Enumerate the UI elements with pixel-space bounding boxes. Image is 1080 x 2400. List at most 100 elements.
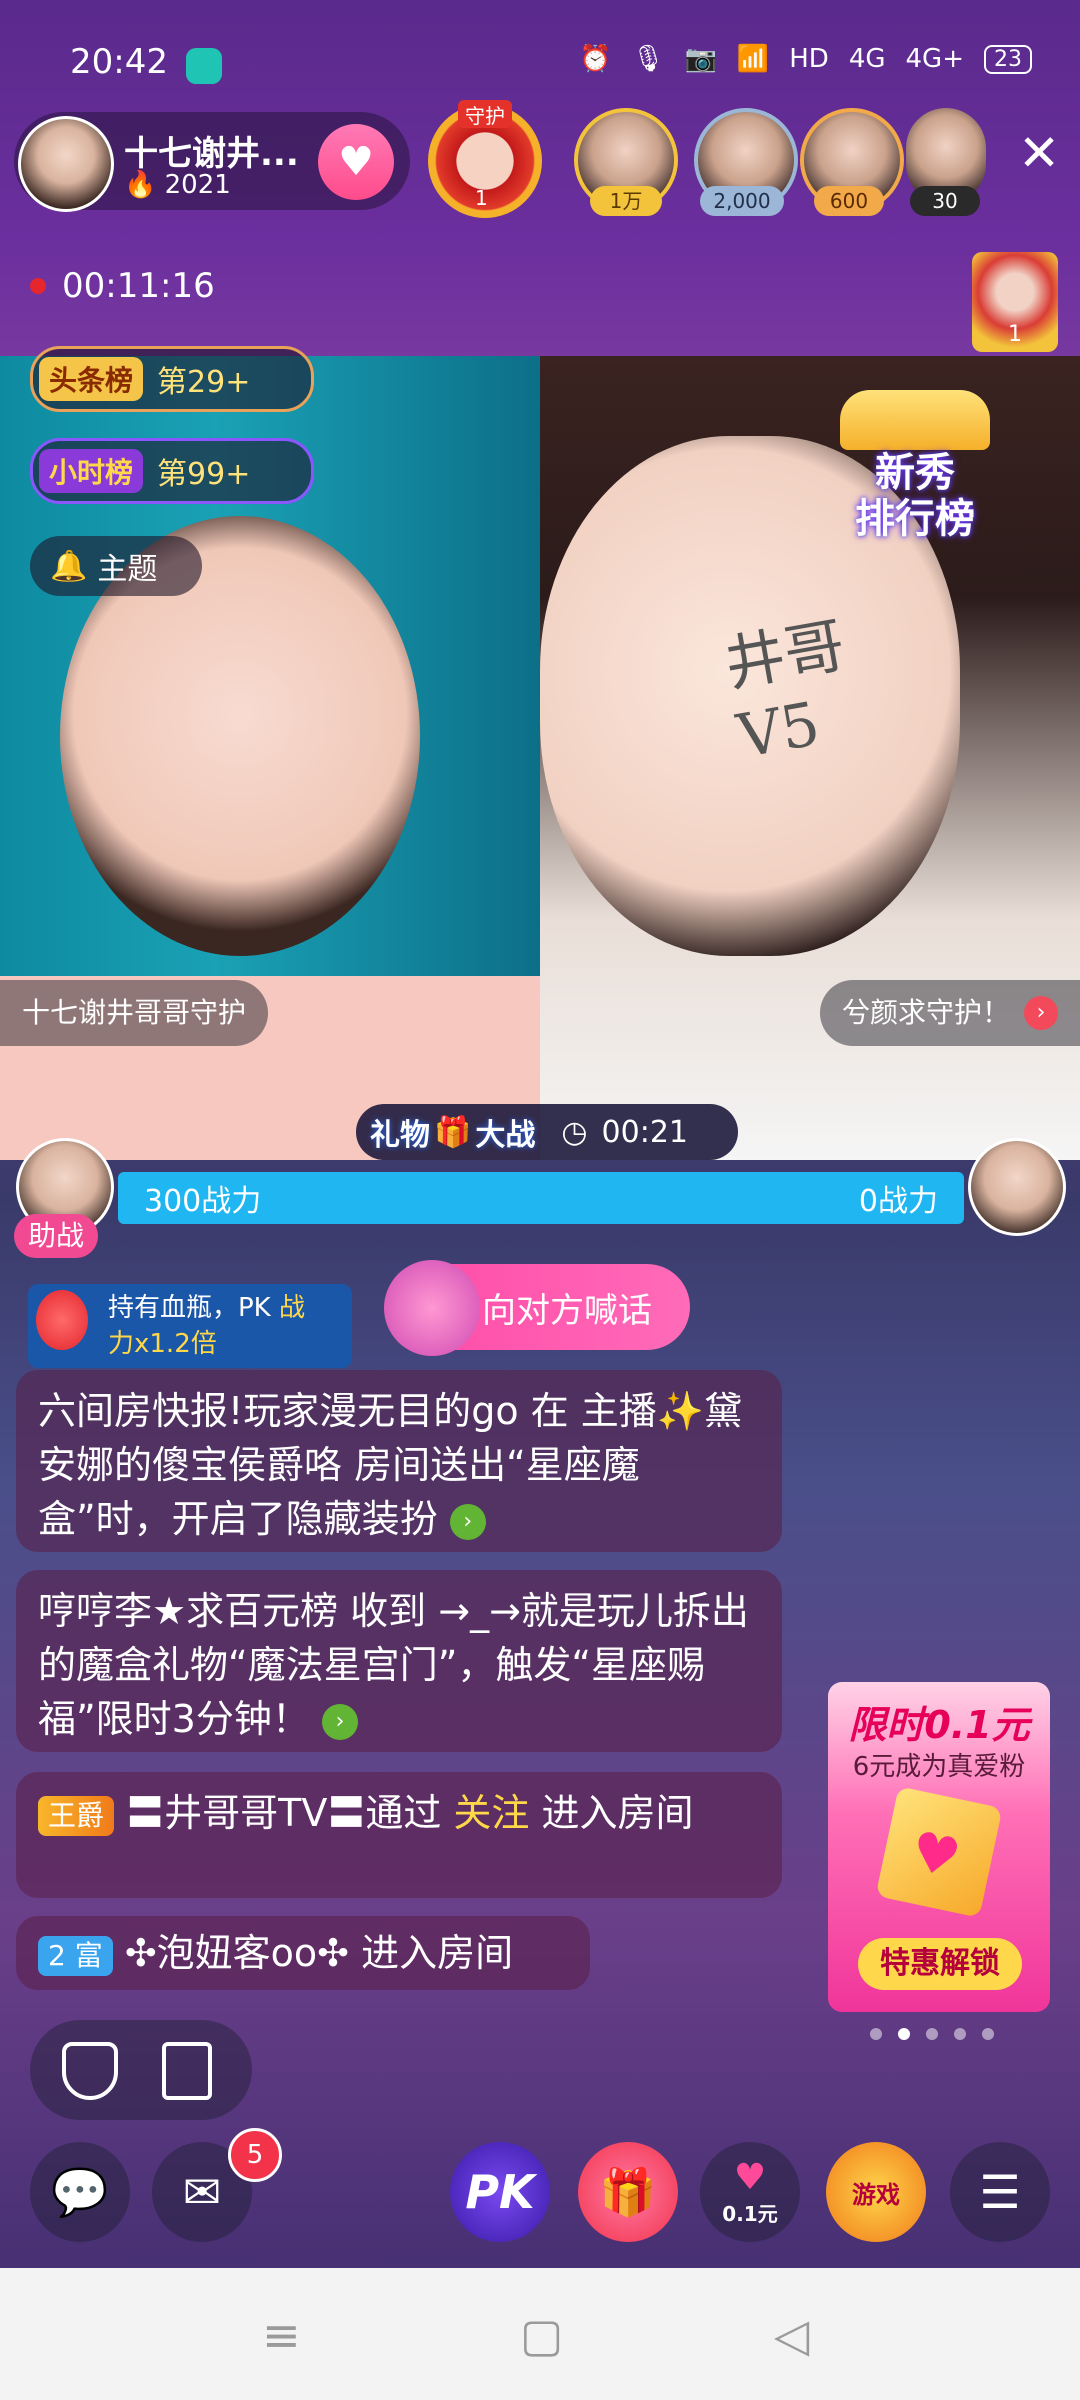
viewer-badge: 1万 — [590, 186, 662, 216]
system-nav-bar: ≡ ▢ ◁ — [0, 2268, 1080, 2400]
pk-label: PK — [465, 2165, 535, 2219]
gift-icon: 🎁 — [599, 2164, 657, 2219]
xinxiu-rank-badge[interactable]: 新秀 排行榜 — [820, 380, 1010, 542]
heart-icon: ♥ — [733, 2157, 767, 2198]
back-icon[interactable]: ◁ — [774, 2308, 809, 2362]
caption-right[interactable]: 兮颜求守护！ › — [819, 980, 1080, 1046]
promo-unlock-button[interactable]: 特惠解锁 — [858, 1938, 1022, 1990]
chevron-right-icon: › — [321, 1703, 358, 1740]
home-icon[interactable]: ▢ — [520, 2308, 563, 2362]
chat-message[interactable]: 2 富 ✣泡妞客oo✣ 进入房间 — [16, 1916, 590, 1990]
price-tag: 0.1元 — [722, 2202, 778, 2226]
host-fans-count: 2021 — [164, 170, 231, 200]
rank-headline-value: 第29+ — [157, 365, 251, 400]
viewer-badge: 30 — [910, 186, 980, 216]
menu-button[interactable]: ☰ — [950, 2142, 1050, 2242]
blood-bottle-icon — [36, 1290, 88, 1350]
noble-badge: 王爵 — [38, 1795, 115, 1836]
mic-icon: 🎙 — [631, 44, 665, 74]
theme-button[interactable]: 🔔 主题 — [30, 536, 202, 596]
gift-war-time: 00:21 — [601, 1114, 689, 1150]
viewer-badge: 600 — [814, 186, 884, 216]
gift-war-label: 礼物 — [370, 1118, 430, 1153]
alarm-icon: ⏰ — [579, 44, 612, 74]
theme-label: 主题 — [97, 552, 158, 587]
chat-highlight: 关注 — [453, 1791, 530, 1835]
chevron-right-icon: › — [1024, 996, 1058, 1030]
recording-dot — [30, 278, 46, 294]
host-fans: 🔥 2021 — [124, 170, 231, 200]
host-name: 十七谢井... — [124, 134, 299, 174]
fire-icon: 🔥 — [124, 170, 157, 200]
blood-tip-highlight: 战 — [279, 1293, 306, 1323]
gift-war-label2: 大战 — [475, 1118, 536, 1153]
blood-tip-line1: 持有血瓶，PK — [108, 1293, 279, 1323]
caption-left[interactable]: 十七谢井哥哥守护 — [0, 980, 269, 1046]
promo-title: 限时0.1元 — [848, 1703, 1030, 1747]
shield-icon[interactable] — [62, 2042, 118, 2100]
carousel-dot[interactable] — [982, 2028, 994, 2040]
price-gift-button[interactable]: ♥ 0.1元 — [700, 2142, 800, 2242]
wealth-level-badge: 2 富 — [38, 1935, 113, 1976]
status-bar: 20:42 ⏰ 🎙 📷 📶 HD 4G 4G+ 23 — [0, 0, 1080, 110]
pk-left-power: 300战力 — [144, 1184, 262, 1219]
pk-power-bar: 300战力 0战力 — [118, 1172, 964, 1224]
pk-right-avatar[interactable] — [968, 1138, 1066, 1236]
shout-label: 向对方喊话 — [482, 1290, 652, 1331]
recording-time: 00:11:16 — [62, 266, 215, 306]
gift-war-timer: 礼物 🎁 大战 ◷ 00:21 — [356, 1104, 738, 1160]
pk-button[interactable]: PK — [450, 2142, 550, 2242]
chat-message[interactable]: 哼哼李★求百元榜 收到 →_→就是玩儿拆出的魔盒礼物“魔法星宫门”，触发“星座赐… — [16, 1570, 782, 1752]
xinxiu-line2: 排行榜 — [855, 496, 975, 542]
carousel-dot[interactable] — [954, 2028, 966, 2040]
menu-icon: ☰ — [979, 2165, 1021, 2219]
game-label: 游戏 — [852, 2180, 900, 2209]
camera-icon: 📷 — [684, 44, 717, 74]
chat-text: 哼哼李★求百元榜 收到 →_→就是玩儿拆出的魔盒礼物“魔法星宫门”，触发“星座赐… — [38, 1589, 749, 1741]
blood-tip-line2: 力x1.2倍 — [108, 1329, 217, 1359]
rank-headline[interactable]: 头条榜 第29+ — [30, 346, 314, 412]
rank-hourly[interactable]: 小时榜 第99+ — [30, 438, 314, 504]
status-icons: ⏰ 🎙 📷 📶 HD 4G 4G+ 23 — [579, 44, 1032, 74]
heart-icon: ♥ — [338, 139, 374, 185]
close-icon[interactable]: ✕ — [1018, 128, 1060, 178]
chat-message[interactable]: 六间房快报!玩家漫无目的go 在 主播✨黛安娜的傻宝侯爵咯 房间送出“星座魔盒”… — [16, 1370, 782, 1552]
pk-right-power: 0战力 — [858, 1184, 938, 1219]
gift-box-icon: 🎁 — [434, 1114, 472, 1150]
game-button[interactable]: 游戏 — [826, 2142, 926, 2242]
gift-button[interactable]: 🎁 — [578, 2142, 678, 2242]
caption-right-text: 兮颜求守护！ — [841, 996, 1010, 1029]
viewer-badge: 2,000 — [700, 186, 784, 216]
battery-indicator: 23 — [984, 44, 1032, 74]
chat-text: 〓井哥哥TV〓通过 — [126, 1791, 454, 1835]
chat-text: 进入房间 — [529, 1791, 694, 1835]
recent-apps-icon[interactable]: ≡ — [262, 2308, 301, 2362]
guard-count: 1 — [475, 186, 488, 210]
clock-icon: ◷ — [561, 1114, 588, 1150]
clipboard-icon[interactable] — [162, 2042, 212, 2100]
follow-heart-button[interactable]: ♥ — [318, 124, 394, 200]
rank-hourly-tag: 小时榜 — [39, 449, 144, 493]
carousel-dots — [870, 2028, 994, 2040]
carousel-dot-active[interactable] — [898, 2028, 910, 2040]
signal-a: 4G — [848, 44, 886, 74]
status-time: 20:42 — [70, 42, 168, 82]
rank-hourly-value: 第99+ — [157, 457, 251, 492]
host-avatar[interactable] — [18, 116, 114, 212]
comment-icon: 💬 — [51, 2164, 109, 2219]
megaphone-icon — [384, 1260, 480, 1356]
chat-message[interactable]: 王爵 〓井哥哥TV〓通过 关注 进入房间 — [16, 1772, 782, 1898]
top-gift-count: 1 — [1008, 322, 1022, 347]
mail-icon: ✉ — [182, 2165, 222, 2219]
tool-pill — [30, 2020, 252, 2120]
carousel-dot[interactable] — [926, 2028, 938, 2040]
chat-input-button[interactable]: 💬 — [30, 2142, 130, 2242]
assist-badge[interactable]: 助战 — [14, 1214, 99, 1258]
rank-headline-tag: 头条榜 — [39, 357, 144, 401]
chat-text: 六间房快报!玩家漫无目的go 在 主播✨黛安娜的傻宝侯爵咯 房间送出“星座魔盒”… — [38, 1389, 743, 1541]
guard-label: 守护 — [458, 100, 512, 128]
promo-subtitle: 6元成为真爱粉 — [852, 1752, 1026, 1782]
carousel-dot[interactable] — [870, 2028, 882, 2040]
signal-b: 4G+ — [905, 44, 964, 74]
unread-badge: 5 — [228, 2128, 282, 2182]
